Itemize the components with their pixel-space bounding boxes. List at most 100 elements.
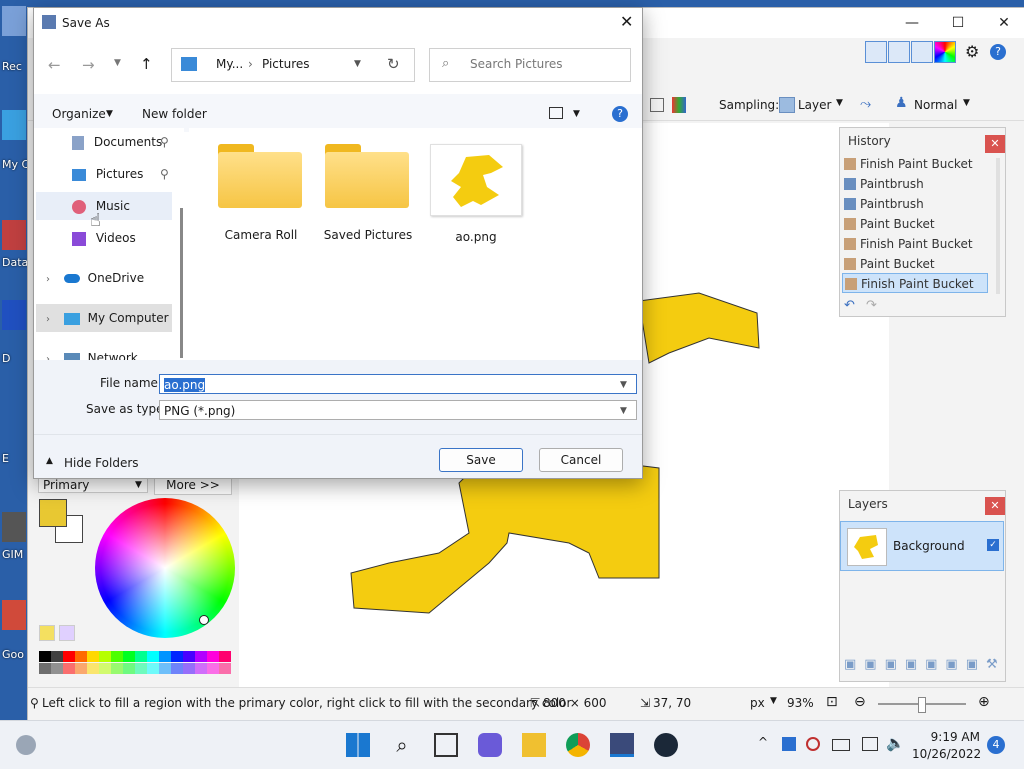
steam-icon[interactable] — [654, 733, 678, 757]
clock-time[interactable]: 9:19 AM — [920, 730, 980, 744]
palette-swatch[interactable] — [183, 663, 195, 674]
save-type-select[interactable]: PNG (*.png) ▼ — [159, 400, 637, 420]
redo-icon[interactable]: ↷ — [866, 298, 877, 313]
tree-item-videos[interactable]: Videos — [72, 224, 184, 252]
sampling-value[interactable]: Layer — [798, 98, 831, 112]
palette-swatch[interactable] — [99, 663, 111, 674]
history-item[interactable]: Paint Bucket — [842, 254, 988, 274]
palette-swatch[interactable] — [147, 663, 159, 674]
palette-swatch[interactable] — [123, 663, 135, 674]
tree-item-onedrive[interactable]: › OneDrive — [46, 264, 184, 292]
history-item[interactable]: Paint Bucket — [842, 214, 988, 234]
clock-date[interactable]: 10/26/2022 — [912, 747, 981, 761]
tree-item-pictures[interactable]: Pictures ⚲ — [72, 160, 184, 188]
refresh-icon[interactable]: ↻ — [387, 55, 400, 73]
color-wheel-handle[interactable] — [199, 615, 209, 625]
file-name-input[interactable]: ao.png ▼ — [159, 374, 637, 394]
antialias-icon[interactable] — [650, 98, 664, 112]
new-folder-button[interactable]: New folder — [142, 107, 207, 121]
palette-swatch[interactable] — [159, 651, 171, 662]
palette-swatch[interactable] — [135, 651, 147, 662]
unit-select[interactable]: px — [750, 696, 765, 710]
fill-mode-icon[interactable] — [672, 97, 686, 113]
palette-swatch[interactable] — [111, 651, 123, 662]
chevron-down-icon[interactable]: ▼ — [354, 59, 361, 69]
security-icon[interactable] — [782, 737, 796, 751]
tools-window-icon[interactable] — [865, 41, 887, 63]
chrome-icon[interactable] — [566, 733, 590, 757]
blend-mode-value[interactable]: Normal — [914, 98, 957, 112]
palette-swatch[interactable] — [195, 663, 207, 674]
folder-item[interactable]: Camera Roll — [211, 144, 311, 242]
palette-swatch[interactable] — [87, 663, 99, 674]
close-icon[interactable]: ✕ — [985, 497, 1005, 515]
image-file-item[interactable]: ao.png — [426, 144, 526, 244]
tree-item-documents[interactable]: Documents ⚲ — [72, 128, 184, 156]
volume-icon[interactable]: 🔈 — [886, 734, 905, 752]
search-icon[interactable]: ⌕ — [390, 733, 414, 757]
start-icon[interactable] — [346, 733, 370, 757]
search-box[interactable]: ⌕ Search Pictures — [429, 48, 631, 82]
history-item[interactable]: Finish Paint Bucket — [842, 234, 988, 254]
save-button[interactable]: Save — [439, 448, 523, 472]
palette-swatch[interactable] — [207, 663, 219, 674]
history-item-selected[interactable]: Finish Paint Bucket — [842, 273, 988, 293]
chevron-down-icon[interactable]: ▼ — [963, 98, 970, 108]
widgets-icon[interactable] — [16, 735, 36, 755]
help-icon[interactable]: ? — [612, 106, 628, 122]
update-icon[interactable] — [806, 737, 820, 751]
paint-net-icon[interactable] — [610, 733, 634, 757]
palette-menu-icon[interactable] — [59, 625, 75, 641]
recycle-bin-icon[interactable] — [2, 6, 26, 36]
palette-swatch[interactable] — [75, 651, 87, 662]
chevron-down-icon[interactable]: ▼ — [620, 401, 627, 421]
history-item[interactable]: Paintbrush — [842, 194, 988, 214]
gimp-icon[interactable] — [2, 512, 26, 542]
chrome-shortcut-icon[interactable] — [2, 600, 26, 630]
chevron-down-icon[interactable]: ▼ — [620, 375, 627, 395]
zoom-in-icon[interactable]: ⊕ — [978, 694, 990, 710]
history-item[interactable]: Finish Paint Bucket — [842, 154, 988, 174]
palette-swatch[interactable] — [207, 651, 219, 662]
folder-item[interactable]: Saved Pictures — [318, 144, 418, 242]
palette-swatch[interactable] — [111, 663, 123, 674]
add-color-icon[interactable] — [39, 625, 55, 641]
palette-swatch[interactable] — [159, 663, 171, 674]
palette-swatch[interactable] — [39, 663, 51, 674]
primary-color-swatch[interactable] — [39, 499, 67, 527]
tree-scrollbar[interactable] — [180, 208, 183, 358]
palette-swatch[interactable] — [99, 651, 111, 662]
palette-swatch[interactable] — [39, 651, 51, 662]
up-icon[interactable]: ↑ — [140, 55, 153, 73]
history-scrollbar[interactable] — [996, 158, 1000, 294]
history-window-icon[interactable] — [888, 41, 910, 63]
chevron-down-icon[interactable]: ▼ — [106, 109, 113, 119]
address-bar[interactable]: My... › Pictures ▼ ↻ — [171, 48, 415, 82]
palette-swatch[interactable] — [183, 651, 195, 662]
breadcrumb-item[interactable]: Pictures — [262, 57, 310, 71]
my-computer-icon[interactable] — [2, 110, 26, 140]
tolerance-icon[interactable]: ⤳ — [860, 96, 871, 112]
close-icon[interactable]: ✕ — [985, 135, 1005, 153]
tree-item-music[interactable]: Music — [36, 192, 172, 220]
chevron-down-icon[interactable]: ▼ — [573, 109, 580, 119]
chevron-up-icon[interactable]: ▲ — [46, 456, 53, 466]
chevron-down-icon[interactable]: ▼ — [770, 696, 777, 706]
layer-item[interactable]: Background ✓ — [840, 521, 1004, 571]
palette-swatch[interactable] — [147, 651, 159, 662]
zoom-out-icon[interactable]: ⊖ — [854, 694, 866, 710]
color-wheel[interactable] — [95, 498, 235, 638]
network-icon[interactable] — [862, 737, 878, 751]
chevron-down-icon[interactable]: ▼ — [836, 98, 843, 108]
close-button[interactable]: ✕ — [984, 12, 1024, 34]
tree-item-my-computer[interactable]: › My Computer — [36, 304, 172, 332]
palette-swatch[interactable] — [219, 663, 231, 674]
palette-swatch[interactable] — [135, 663, 147, 674]
chevron-down-icon[interactable]: ▼ — [114, 58, 121, 68]
forward-icon[interactable]: → — [82, 56, 95, 74]
palette-swatch[interactable] — [219, 651, 231, 662]
palette-swatch[interactable] — [171, 651, 183, 662]
organize-button[interactable]: Organize — [52, 107, 106, 121]
view-options-icon[interactable] — [549, 107, 563, 119]
cancel-button[interactable]: Cancel — [539, 448, 623, 472]
